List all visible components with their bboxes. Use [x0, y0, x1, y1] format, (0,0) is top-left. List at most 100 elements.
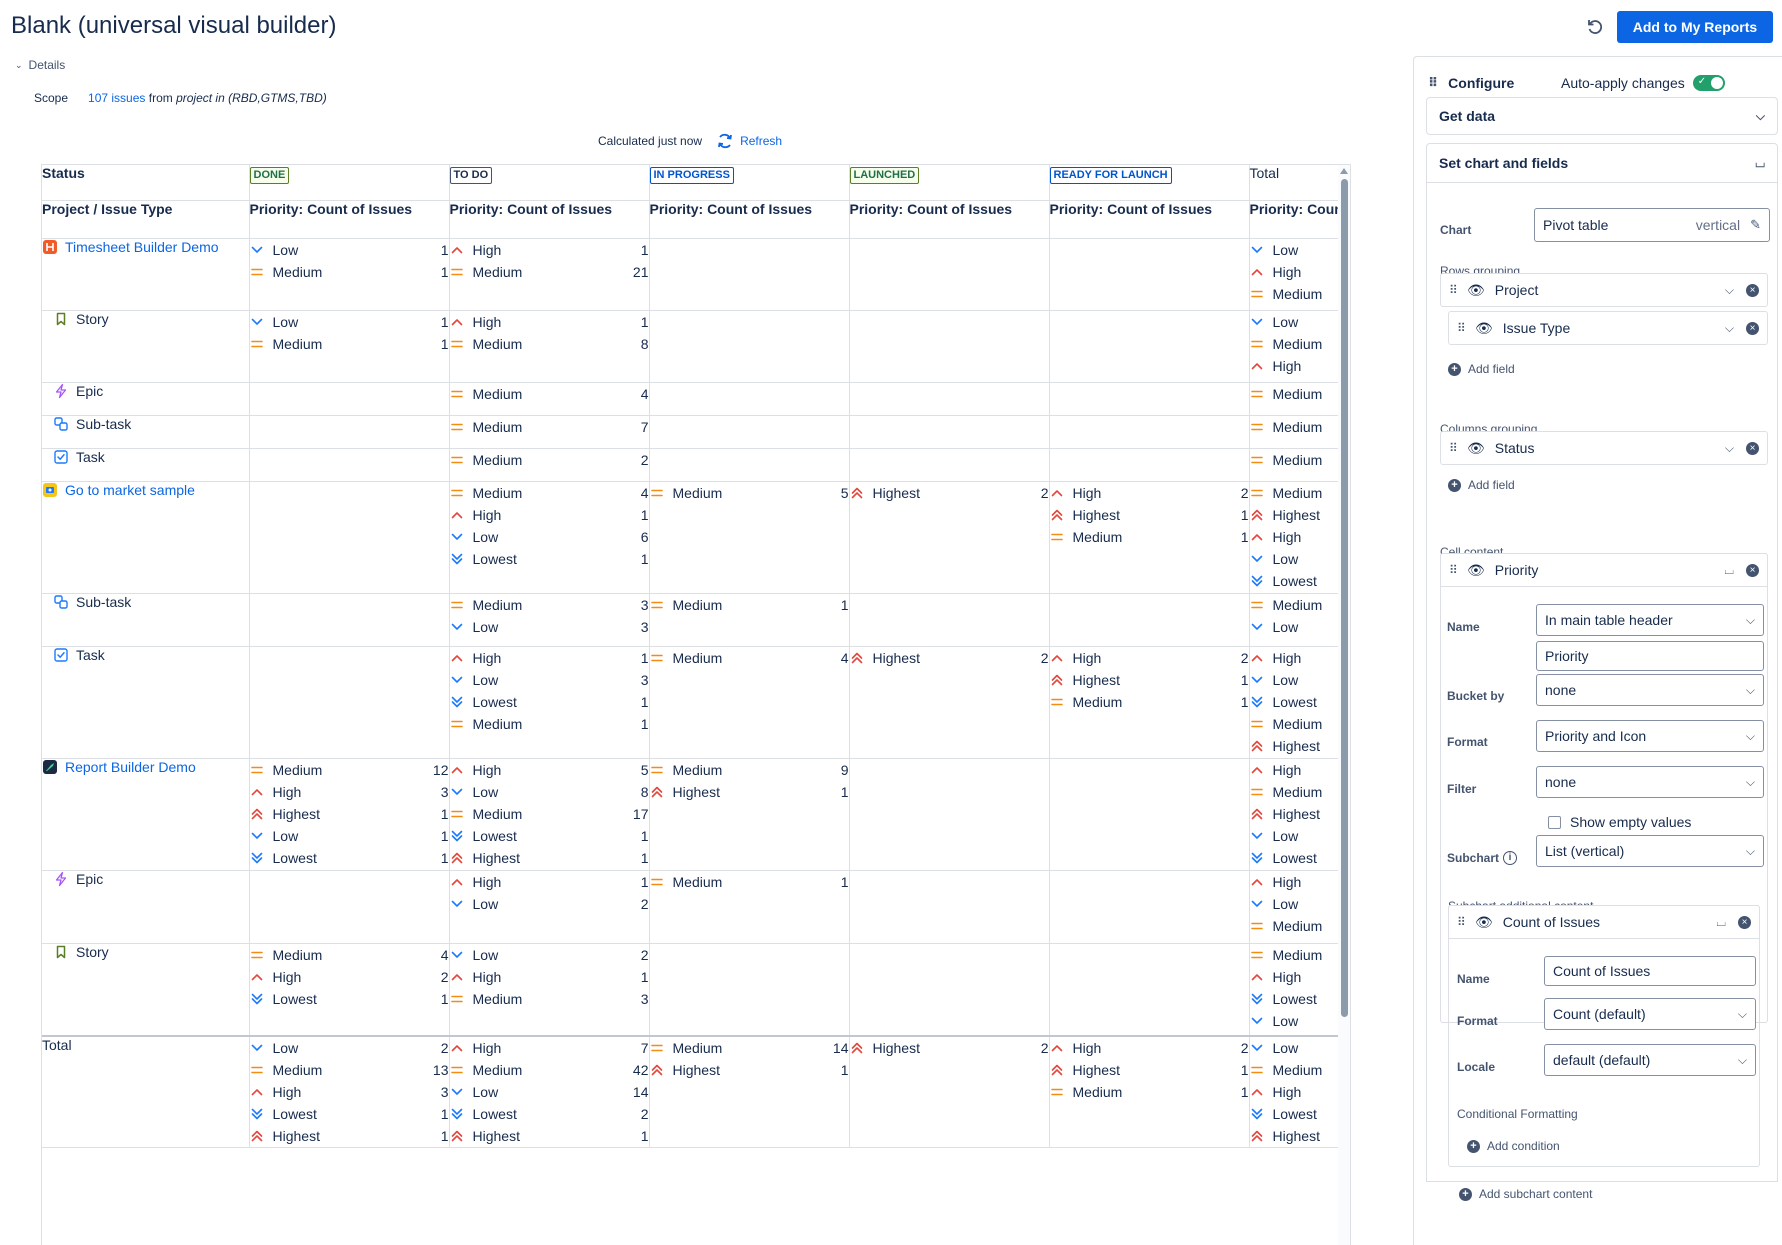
priority-count-line[interactable]: Low2: [1250, 1010, 1351, 1032]
get-data-section[interactable]: Get data ⌵: [1426, 97, 1778, 135]
priority-count-line[interactable]: High3: [1250, 966, 1351, 988]
priority-count-line[interactable]: Lowest1: [1250, 691, 1351, 713]
sub-name-input[interactable]: Count of Issues: [1544, 956, 1756, 986]
show-empty-checkbox[interactable]: Show empty values: [1548, 814, 1691, 830]
priority-count-line[interactable]: Lowest1: [250, 847, 449, 869]
priority-count-line[interactable]: Medium 1: [1050, 691, 1249, 713]
priority-count-line[interactable]: High 7: [450, 1037, 649, 1059]
priority-count-line[interactable]: Medium2: [450, 449, 649, 471]
priority-count-line[interactable]: Medium 1: [450, 713, 649, 735]
priority-count-line[interactable]: Low 14: [450, 1081, 649, 1103]
priority-count-line[interactable]: Highest 1: [1050, 1059, 1249, 1081]
chevron-down-icon[interactable]: ⌵: [1725, 321, 1734, 336]
priority-count-line[interactable]: Low1: [250, 311, 449, 333]
project-link[interactable]: Timesheet Builder Demo: [65, 239, 219, 255]
edit-icon[interactable]: ✎: [1750, 217, 1761, 233]
priority-count-line[interactable]: Medium 3: [450, 988, 649, 1010]
priority-count-line[interactable]: High 2: [250, 966, 449, 988]
locale-select[interactable]: default (default) ⌵: [1544, 1044, 1756, 1076]
drag-handle-icon[interactable]: ⠿: [1457, 915, 1466, 929]
priority-count-line[interactable]: Highest3: [1250, 504, 1351, 526]
priority-count-line[interactable]: Highest 1: [650, 781, 849, 803]
priority-count-line[interactable]: Medium 9: [650, 759, 849, 781]
priority-count-line[interactable]: High3: [250, 781, 449, 803]
priority-count-line[interactable]: High3: [1250, 526, 1351, 548]
priority-count-line[interactable]: Medium 13: [250, 1059, 449, 1081]
priority-count-line[interactable]: Low9: [1250, 825, 1351, 847]
add-row-field-button[interactable]: + Add field: [1448, 362, 1515, 376]
remove-icon[interactable]: ×: [1738, 915, 1751, 929]
priority-count-line[interactable]: Highest6: [1250, 1125, 1351, 1147]
priority-count-line[interactable]: High1: [1250, 355, 1351, 377]
priority-count-line[interactable]: Highest 1: [1050, 504, 1249, 526]
set-chart-section[interactable]: Set chart and fields ⌴: [1426, 143, 1778, 183]
cell-field-priority[interactable]: ⠿ 👁 Priority ⌴ ×: [1440, 553, 1768, 587]
priority-count-line[interactable]: Medium4: [450, 482, 649, 504]
priority-count-line[interactable]: Low16: [1250, 1037, 1351, 1059]
filter-select[interactable]: none ⌵: [1536, 766, 1764, 798]
sub-field-count-of-issues[interactable]: ⠿ 👁 Count of Issues ⌴ ×: [1448, 905, 1760, 939]
priority-count-line[interactable]: High1: [1250, 871, 1351, 893]
priority-count-line[interactable]: Highest3: [1250, 735, 1351, 757]
priority-count-line[interactable]: Low3: [450, 616, 649, 638]
add-subchart-content-button[interactable]: + Add subchart content: [1459, 1187, 1592, 1201]
priority-count-line[interactable]: Low2: [250, 1037, 449, 1059]
row-field-issue-type[interactable]: ⠿ 👁 Issue Type ⌵ ×: [1448, 311, 1768, 345]
priority-count-line[interactable]: High1: [450, 504, 649, 526]
priority-count-line[interactable]: Low1: [1250, 311, 1351, 333]
name-select[interactable]: In main table header ⌵: [1536, 604, 1764, 636]
priority-count-line[interactable]: Medium 5: [650, 482, 849, 504]
priority-count-line[interactable]: Lowest1: [450, 548, 649, 570]
name-text-input[interactable]: Priority: [1536, 641, 1764, 671]
bucket-select[interactable]: none ⌵: [1536, 674, 1764, 706]
priority-count-line[interactable]: Medium2: [1250, 449, 1351, 471]
priority-count-line[interactable]: Medium4: [1250, 594, 1351, 616]
table-scrollbar[interactable]: [1338, 165, 1350, 1245]
priority-count-line[interactable]: Medium38: [1250, 781, 1351, 803]
priority-count-line[interactable]: Lowest1: [1250, 570, 1351, 592]
priority-count-line[interactable]: Highest 2: [850, 482, 1049, 504]
priority-count-line[interactable]: Medium 21: [450, 261, 649, 283]
priority-count-line[interactable]: High8: [1250, 759, 1351, 781]
priority-count-line[interactable]: Highest 1: [450, 1125, 649, 1147]
chevron-up-icon[interactable]: ⌴: [1716, 915, 1726, 930]
eye-icon[interactable]: 👁: [1475, 320, 1493, 337]
priority-count-line[interactable]: Medium 17: [450, 803, 649, 825]
priority-count-line[interactable]: High1: [450, 871, 649, 893]
priority-count-line[interactable]: High1: [450, 239, 649, 261]
priority-count-line[interactable]: Low1: [250, 239, 449, 261]
priority-count-line[interactable]: Highest3: [1250, 803, 1351, 825]
scrollbar-thumb[interactable]: [1341, 179, 1348, 1017]
priority-count-line[interactable]: Medium6: [1250, 713, 1351, 735]
priority-count-line[interactable]: Medium 1: [250, 333, 449, 355]
priority-count-line[interactable]: Lowest1: [250, 988, 449, 1010]
priority-count-line[interactable]: Medium 1: [650, 871, 849, 893]
add-column-field-button[interactable]: + Add field: [1448, 478, 1515, 492]
priority-count-line[interactable]: Lowest3: [1250, 1103, 1351, 1125]
priority-count-line[interactable]: Medium 1: [1050, 526, 1249, 548]
priority-count-line[interactable]: Low3: [1250, 669, 1351, 691]
chevron-down-icon[interactable]: ⌵: [1725, 283, 1734, 298]
format-select[interactable]: Priority and Icon ⌵: [1536, 720, 1764, 752]
info-icon[interactable]: i: [1503, 851, 1518, 865]
more-options-icon[interactable]: ⋮: [1776, 16, 1782, 33]
priority-count-line[interactable]: Highest 2: [850, 647, 1049, 669]
priority-count-line[interactable]: Medium10: [1250, 482, 1351, 504]
priority-count-line[interactable]: Low1: [250, 825, 449, 847]
priority-count-line[interactable]: Medium 3: [450, 594, 649, 616]
eye-icon[interactable]: 👁: [1467, 282, 1485, 299]
priority-count-line[interactable]: Lowest1: [250, 1103, 449, 1125]
priority-count-line[interactable]: Low1: [1250, 239, 1351, 261]
priority-count-line[interactable]: Medium 1: [250, 261, 449, 283]
priority-count-line[interactable]: Low 8: [450, 781, 649, 803]
add-condition-button[interactable]: + Add condition: [1467, 1139, 1560, 1153]
priority-count-line[interactable]: Lowest1: [450, 825, 649, 847]
priority-count-line[interactable]: Medium 14: [650, 1037, 849, 1059]
priority-count-line[interactable]: Medium4: [1250, 383, 1351, 405]
priority-count-line[interactable]: Low3: [450, 669, 649, 691]
priority-count-line[interactable]: Highest 1: [650, 1059, 849, 1081]
priority-count-line[interactable]: High1: [450, 311, 649, 333]
priority-count-line[interactable]: Low3: [1250, 616, 1351, 638]
priority-count-line[interactable]: Medium4: [250, 944, 449, 966]
priority-count-line[interactable]: High1: [450, 647, 649, 669]
